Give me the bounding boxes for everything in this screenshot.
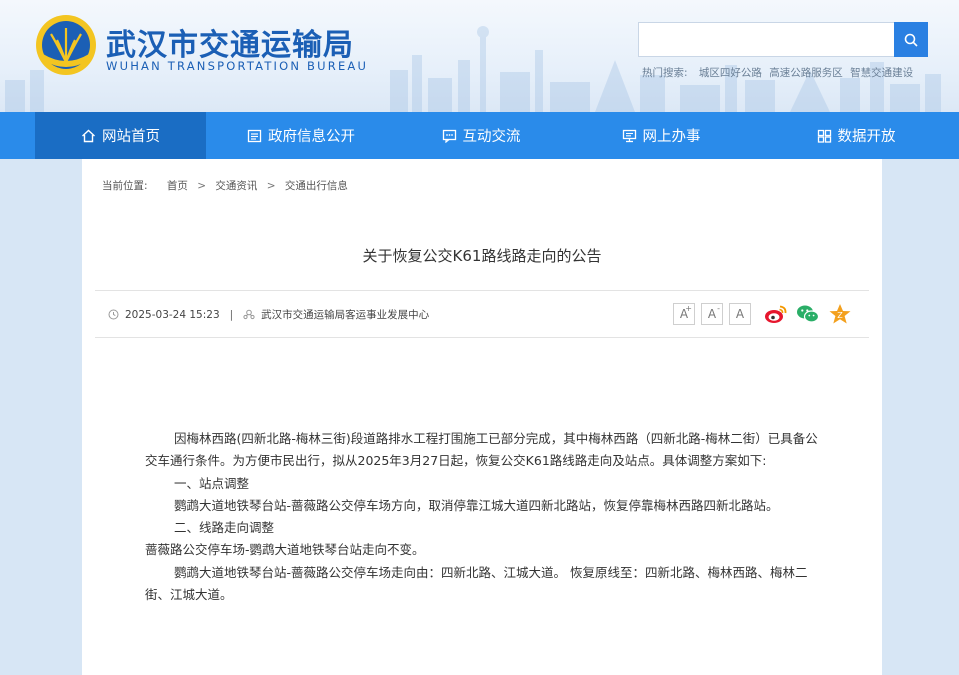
nav-item-home[interactable]: 网站首页 — [35, 112, 206, 159]
breadcrumb-prefix: 当前位置: — [102, 180, 148, 192]
breadcrumb-link-home[interactable]: 首页 — [167, 180, 188, 192]
nav-item-open-data[interactable]: 数据开放 — [756, 112, 956, 159]
search-box — [638, 22, 928, 57]
share-wechat-button[interactable] — [795, 301, 821, 327]
nav-item-label: 互动交流 — [462, 129, 521, 145]
article-paragraph: 鹦鹉大道地铁琴台站-蔷薇路公交停车场走向由：四新北路、江城大道。 恢复原线至：四… — [145, 564, 808, 603]
font-increase-button[interactable]: A + — [673, 303, 695, 325]
article-paragraph: 二、线路走向调整 — [174, 520, 275, 536]
article-source: 武汉市交通运输局客运事业发展中心 — [261, 309, 430, 321]
home-icon — [82, 129, 95, 142]
share-buttons: Z — [763, 301, 859, 327]
main-nav: 网站首页 政府信息公开 互动交流 网上办事 数据开放 — [0, 112, 959, 159]
article-title: 关于恢复公交K61路线路走向的公告 — [362, 247, 602, 265]
hot-search-link[interactable]: 城区四好公路 — [699, 67, 762, 79]
nav-item-label: 数据开放 — [837, 129, 896, 145]
article-meta-bar: 2025-03-24 15:23 | 武汉市交通运输局客运事业发展中心 A + … — [95, 290, 869, 338]
font-button-sup: - — [717, 304, 720, 313]
search-button[interactable] — [894, 22, 928, 57]
hot-search-link[interactable]: 智慧交通建设 — [850, 67, 913, 79]
breadcrumb-separator: > — [266, 180, 276, 192]
meta-divider: | — [229, 308, 234, 321]
site-logo-title[interactable]: 武汉市交通运输局 — [106, 20, 354, 64]
favorite-icon: Z — [829, 304, 851, 324]
nav-item-label: 网上办事 — [642, 129, 701, 145]
font-size-controls: A + A - A — [673, 303, 757, 325]
share-weibo-button[interactable] — [763, 301, 789, 327]
hot-search-link[interactable]: 高速公路服务区 — [769, 67, 843, 79]
article-paragraph: 因梅林西路(四新北路-梅林三街)段道路排水工程打围施工已部分完成，其中梅林西路（… — [145, 431, 818, 469]
article-paragraph: 蔷薇路公交停车场-鹦鹉大道地铁琴台站走向不变。 — [145, 542, 425, 558]
article-paragraph: 一、站点调整 — [174, 475, 250, 491]
breadcrumb: 当前位置: 首页 > 交通资讯 > 交通出行信息 — [102, 178, 348, 193]
nav-item-label: 政府信息公开 — [268, 129, 355, 145]
search-icon — [904, 33, 918, 47]
article-meta: 2025-03-24 15:23 | 武汉市交通运输局客运事业发展中心 — [108, 307, 429, 322]
wechat-icon — [797, 305, 820, 323]
list-icon — [247, 129, 262, 142]
site-logo-subtitle: WUHAN TRANSPORTATION BUREAU — [106, 59, 369, 73]
weibo-icon — [765, 305, 787, 323]
nav-item-gov-info[interactable]: 政府信息公开 — [206, 112, 396, 159]
font-button-letter: A — [735, 307, 745, 321]
article-body: 因梅林西路(四新北路-梅林三街)段道路排水工程打围施工已部分完成，其中梅林西路（… — [145, 428, 825, 606]
article-panel: 当前位置: 首页 > 交通资讯 > 交通出行信息 关于恢复公交K61路线路走向的… — [82, 159, 882, 675]
font-default-button[interactable]: A — [729, 303, 751, 325]
share-favorite-button[interactable]: Z — [827, 301, 853, 327]
hot-search-label: 热门搜索: — [642, 67, 688, 79]
hot-search: 热门搜索: 城区四好公路 高速公路服务区 智慧交通建设 — [642, 65, 917, 80]
desk-icon — [622, 129, 636, 142]
font-decrease-button[interactable]: A - — [701, 303, 723, 325]
breadcrumb-link-travel-info[interactable]: 交通出行信息 — [285, 180, 348, 192]
bureau-emblem-icon[interactable] — [35, 14, 97, 76]
clock-icon — [108, 309, 119, 320]
breadcrumb-link-news[interactable]: 交通资讯 — [215, 180, 257, 192]
article-paragraph: 鹦鹉大道地铁琴台站-蔷薇路公交停车场方向，取消停靠江城大道四新北路站，恢复停靠梅… — [174, 497, 779, 513]
publish-date: 2025-03-24 15:23 — [125, 308, 220, 321]
chat-icon — [442, 129, 456, 143]
breadcrumb-separator: > — [197, 180, 207, 192]
nav-item-online-service[interactable]: 网上办事 — [566, 112, 756, 159]
font-button-sup: + — [685, 304, 692, 313]
nav-item-label: 网站首页 — [102, 129, 160, 145]
svg-text:Z: Z — [837, 311, 843, 320]
source-icon — [243, 309, 255, 320]
nav-item-interaction[interactable]: 互动交流 — [396, 112, 566, 159]
grid-icon — [817, 129, 831, 143]
site-header: 武汉市交通运输局 WUHAN TRANSPORTATION BUREAU 热门搜… — [0, 0, 959, 112]
font-button-letter: A — [707, 307, 717, 321]
search-input[interactable] — [638, 22, 894, 57]
